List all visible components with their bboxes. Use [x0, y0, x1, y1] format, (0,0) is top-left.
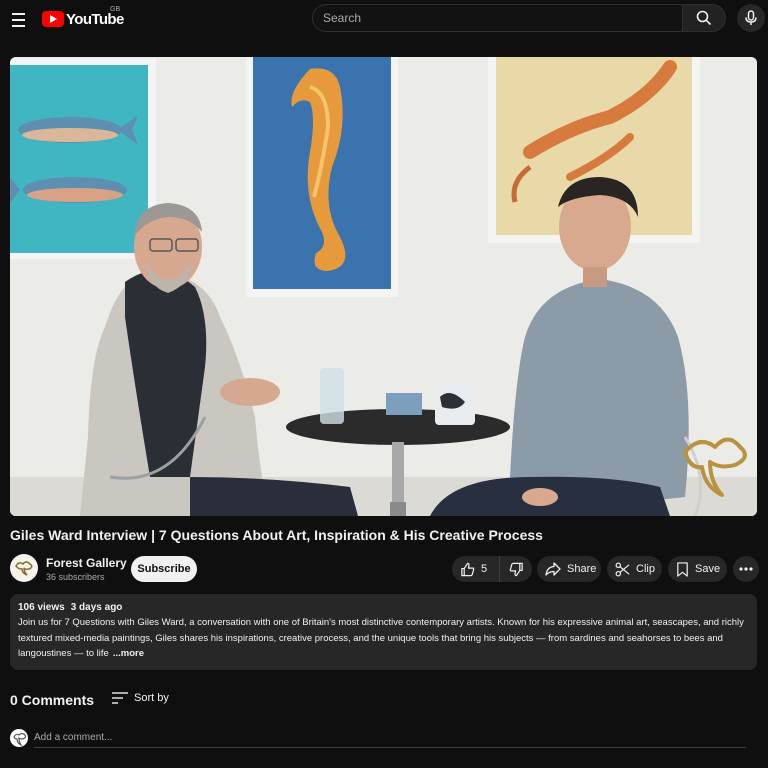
save-button[interactable]: Save	[668, 556, 727, 582]
video-title: Giles Ward Interview | 7 Questions About…	[10, 527, 543, 543]
description-meta: 106 views 3 days ago	[18, 602, 749, 613]
like-dislike-group: 5	[452, 556, 532, 582]
search-input[interactable]	[312, 4, 682, 32]
save-label: Save	[695, 563, 721, 575]
description-text: Join us for 7 Questions with Giles Ward,…	[18, 615, 753, 662]
forest-gallery-logo-icon	[15, 561, 33, 576]
channel-name[interactable]: Forest Gallery	[46, 556, 127, 570]
add-comment-input[interactable]	[34, 728, 746, 748]
user-avatar	[10, 729, 28, 747]
seahorse-painting	[246, 57, 398, 297]
region-code: GB	[110, 6, 121, 13]
share-icon	[545, 562, 561, 576]
clip-button[interactable]: Clip	[607, 556, 662, 582]
search-bar	[312, 4, 726, 32]
share-button[interactable]: Share	[537, 556, 601, 582]
video-player[interactable]	[10, 57, 757, 516]
voice-search-button[interactable]	[737, 4, 765, 32]
logo-text: YouTube	[66, 10, 124, 28]
sardines-painting	[10, 59, 156, 259]
upload-date: 3 days ago	[70, 602, 123, 613]
sort-comments-button[interactable]: Sort by	[112, 692, 169, 704]
bookmark-icon	[677, 561, 688, 577]
search-button[interactable]	[682, 4, 726, 32]
channel-avatar[interactable]	[10, 554, 38, 582]
user-logo-icon	[13, 732, 27, 747]
description-box[interactable]: 106 views 3 days ago Join us for 7 Questi…	[10, 594, 757, 670]
subscribe-button[interactable]: Subscribe	[131, 556, 197, 582]
youtube-play-icon	[42, 11, 64, 27]
dislike-button[interactable]	[500, 556, 532, 582]
view-count: 106 views	[18, 602, 65, 613]
top-bar: YouTube GB	[0, 0, 768, 40]
clip-label: Clip	[636, 563, 655, 575]
search-icon	[696, 10, 712, 26]
subscriber-count: 36 subscribers	[46, 572, 105, 582]
scissors-icon	[615, 562, 630, 576]
more-horizontal-icon	[739, 567, 753, 571]
more-actions-button[interactable]	[733, 556, 759, 582]
video-frame	[10, 57, 757, 516]
sort-label: Sort by	[134, 692, 169, 704]
microphone-icon	[745, 10, 757, 25]
like-button[interactable]: 5	[452, 556, 500, 582]
show-more-link[interactable]: ...more	[113, 648, 144, 659]
like-count: 5	[481, 563, 488, 575]
share-label: Share	[567, 563, 597, 575]
youtube-logo[interactable]: YouTube GB	[42, 6, 124, 30]
thumbs-up-icon	[461, 562, 475, 576]
thumbs-down-icon	[509, 562, 523, 576]
sort-icon	[112, 692, 128, 704]
comments-count: 0 Comments	[10, 692, 95, 708]
menu-icon[interactable]	[8, 9, 30, 31]
